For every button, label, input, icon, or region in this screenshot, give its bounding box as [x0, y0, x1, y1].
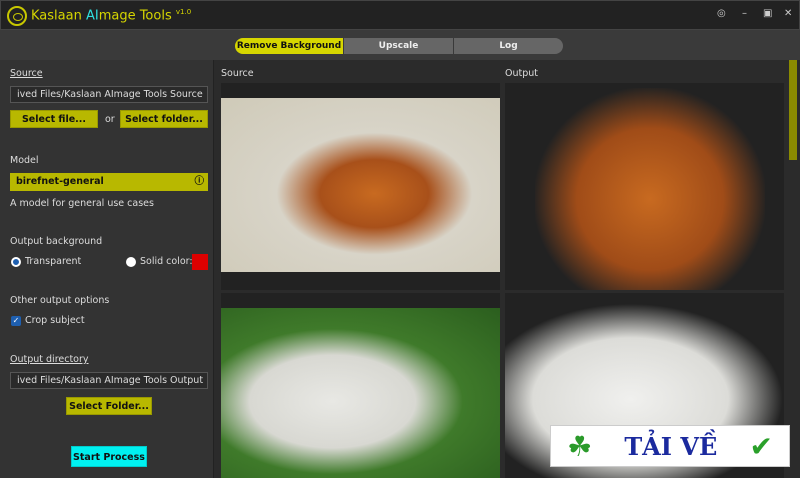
close-icon[interactable]: ✕ — [784, 8, 792, 19]
output-horse-image — [535, 88, 765, 290]
watermark-text: TẢI VỀ — [624, 431, 718, 461]
source-image-cell[interactable] — [221, 83, 500, 290]
maximize-icon[interactable]: ▣ — [763, 8, 772, 19]
transparent-label: Transparent — [25, 256, 82, 267]
other-options-label: Other output options — [10, 295, 110, 306]
settings-panel: Source ived Files/Kaslaan AImage Tools S… — [0, 60, 214, 478]
tab-upscale[interactable]: Upscale — [344, 38, 453, 54]
source-preview-label: Source — [221, 68, 254, 79]
source-path-input[interactable]: ived Files/Kaslaan AImage Tools Source — [10, 86, 208, 103]
source-wolf-image — [221, 308, 500, 478]
model-value: birefnet-general — [16, 176, 104, 187]
select-folder-button[interactable]: Select folder... — [120, 110, 208, 128]
crop-subject-checkbox[interactable]: ✓ — [11, 316, 21, 326]
tab-bar: Remove Background Upscale Log — [0, 30, 800, 60]
output-background-label: Output background — [10, 236, 103, 247]
app-logo-icon — [7, 6, 27, 26]
solid-color-radio[interactable] — [126, 257, 136, 267]
tab-log[interactable]: Log — [454, 38, 563, 54]
help-icon[interactable]: ◎ — [717, 8, 726, 19]
minimize-icon[interactable]: – — [742, 8, 747, 19]
checkmark-icon: ✔ — [749, 429, 773, 463]
preview-area: Source Output — [215, 60, 800, 478]
model-select[interactable]: birefnet-general ⓘ — [10, 173, 208, 191]
solid-color-swatch[interactable] — [192, 254, 208, 270]
tab-remove-background[interactable]: Remove Background — [235, 38, 343, 54]
output-directory-label: Output directory — [10, 354, 89, 365]
app-title: Kaslaan AImage Tools v1.0 — [31, 8, 192, 24]
crop-subject-label: Crop subject — [25, 315, 85, 326]
transparent-radio[interactable] — [11, 257, 21, 267]
model-description: A model for general use cases — [10, 198, 154, 209]
scrollbar-thumb[interactable] — [789, 60, 797, 160]
solid-color-label: Solid color: — [140, 256, 193, 267]
select-output-folder-button[interactable]: Select Folder... — [66, 397, 152, 415]
source-horse-image — [221, 98, 500, 272]
start-process-button[interactable]: Start Process — [71, 446, 147, 467]
or-label: or — [105, 114, 115, 125]
select-file-button[interactable]: Select file... — [10, 110, 98, 128]
model-label: Model — [10, 155, 39, 166]
output-path-input[interactable]: ived Files/Kaslaan AImage Tools Output — [10, 372, 208, 389]
source-label: Source — [10, 68, 43, 79]
chevron-down-icon: ⓘ — [194, 176, 204, 187]
output-preview-label: Output — [505, 68, 538, 79]
clover-icon: ☘ — [567, 429, 593, 463]
output-image-cell[interactable] — [505, 83, 784, 290]
source-image-cell-2[interactable] — [221, 293, 500, 478]
watermark: ☘ TẢI VỀ ✔ — [550, 425, 790, 467]
title-bar: Kaslaan AImage Tools v1.0 ◎ – ▣ ✕ — [0, 0, 800, 30]
